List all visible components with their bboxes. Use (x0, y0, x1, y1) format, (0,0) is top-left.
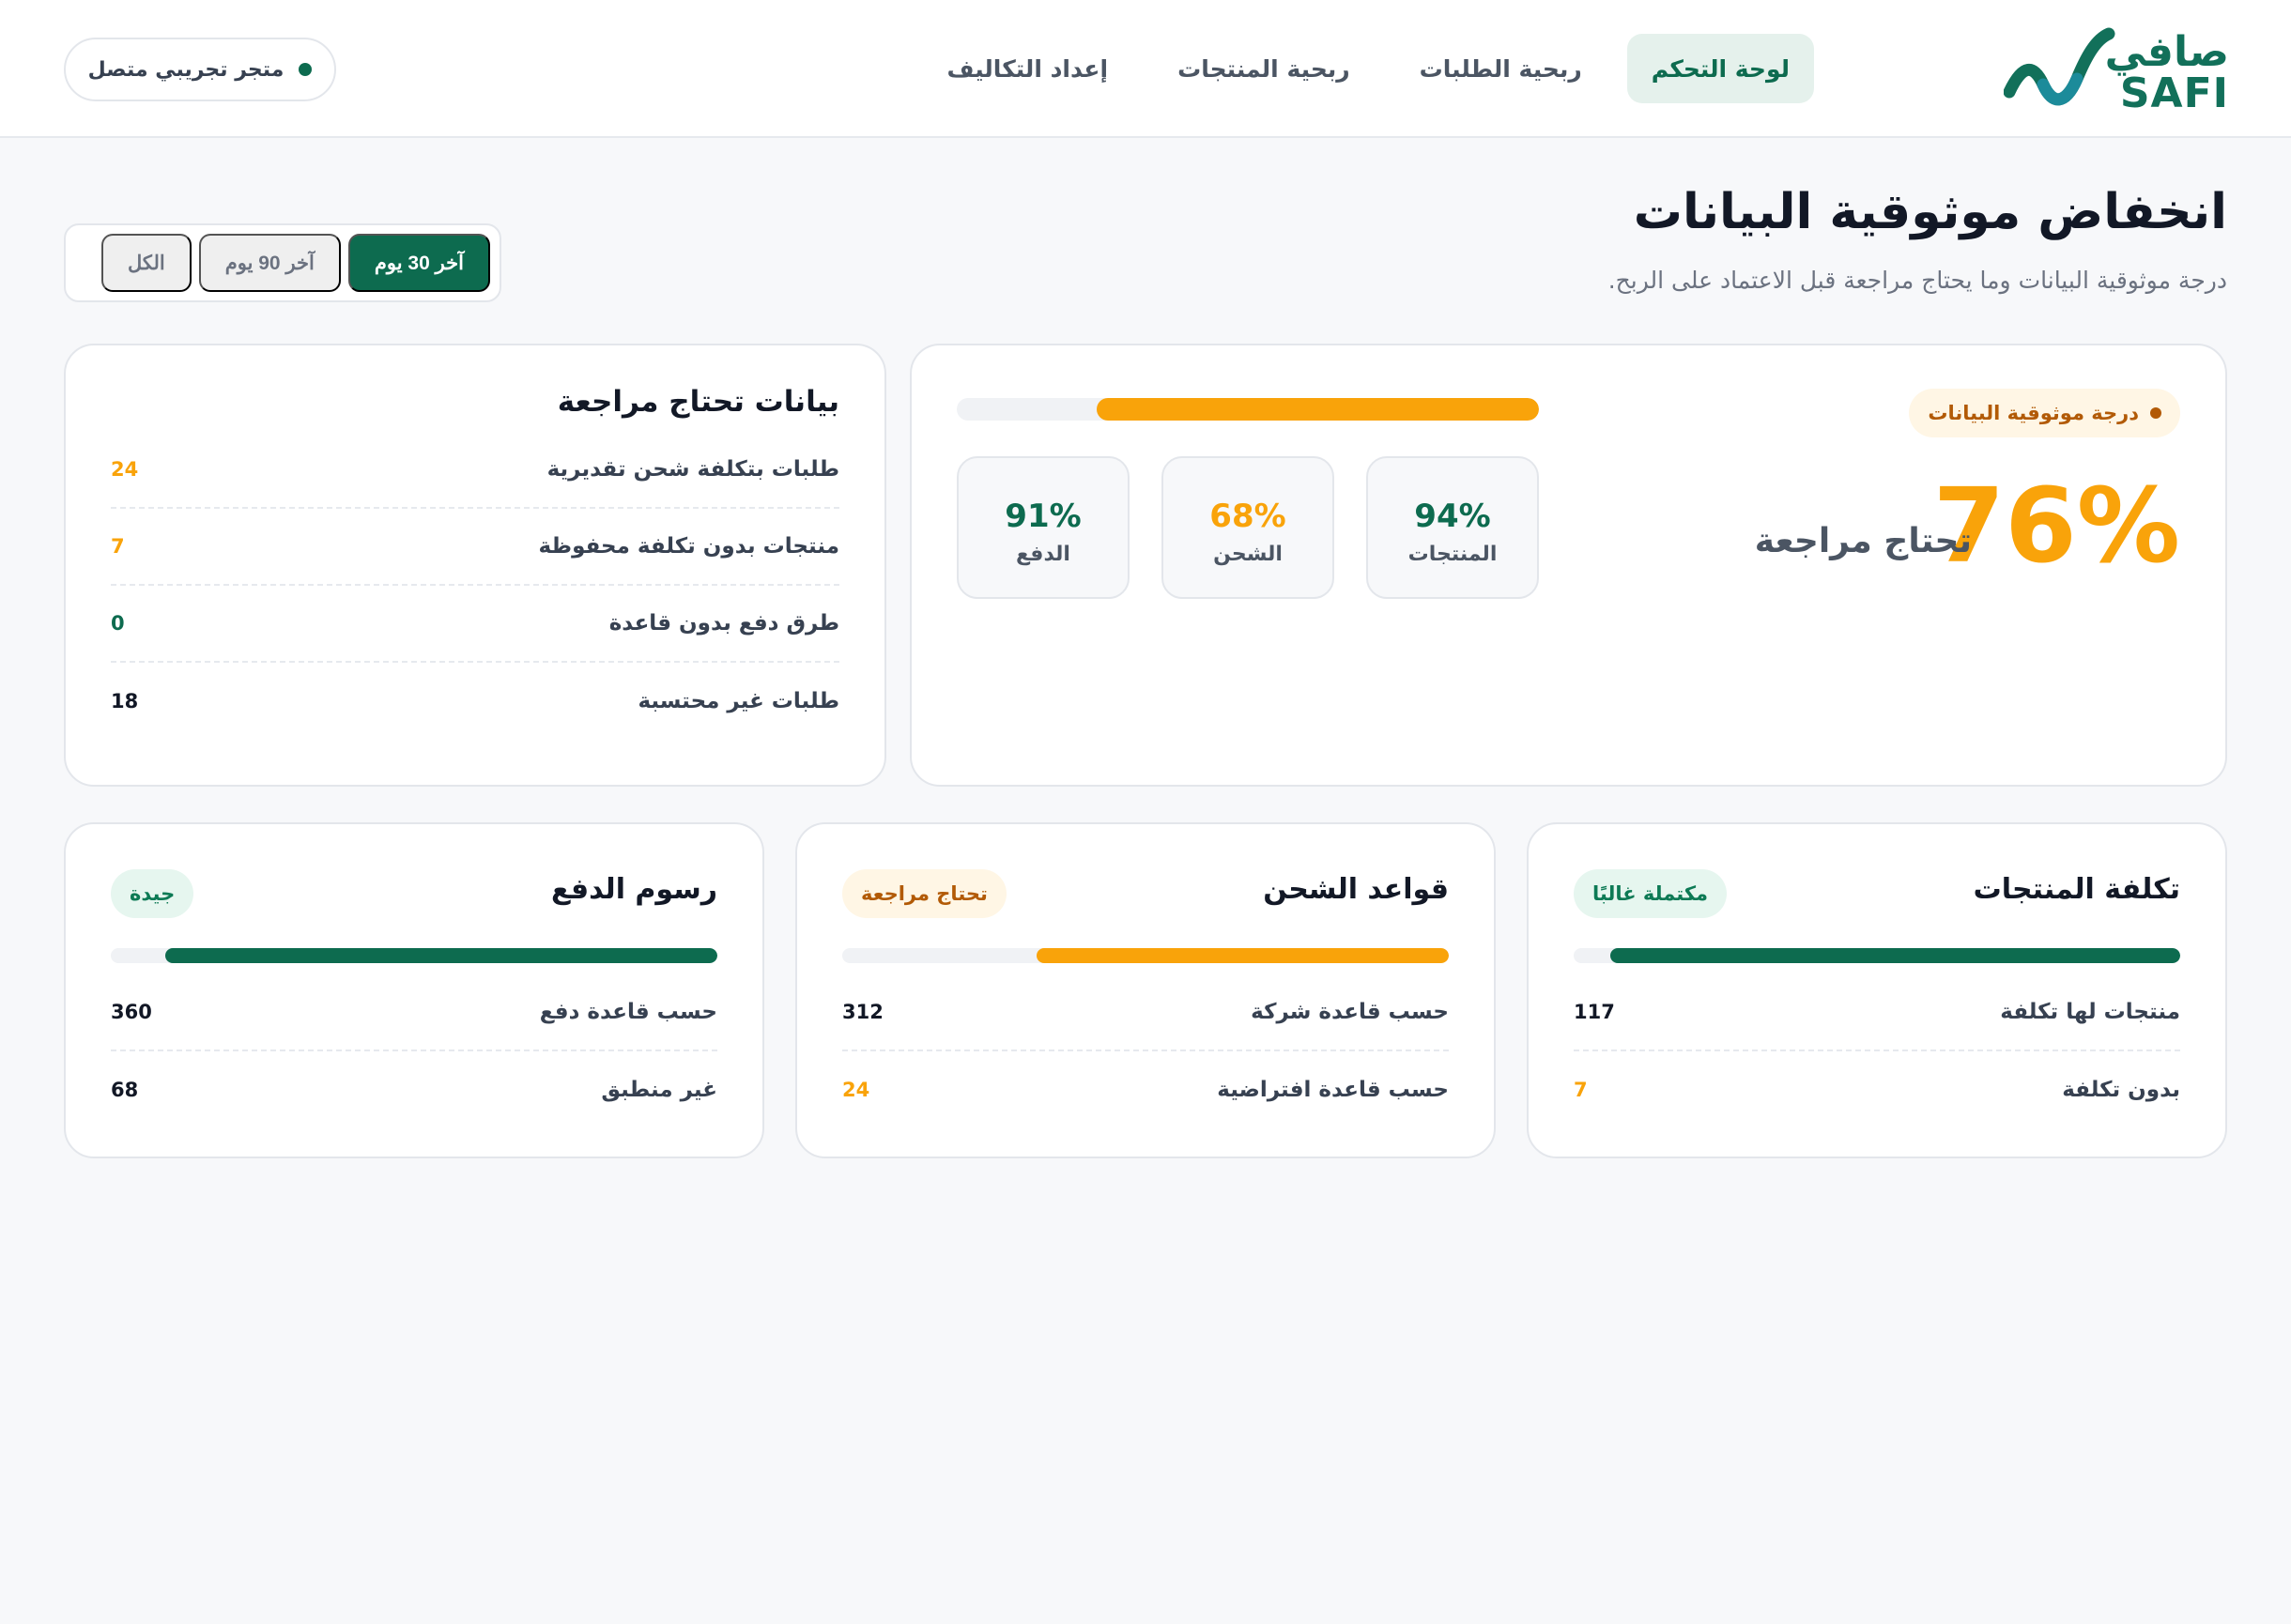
list-item: حسب قاعدة افتراضية 24 (842, 1051, 1449, 1128)
reliability-score-card: درجة موثوقية البيانات 76% تحتاج مراجعة 9… (910, 344, 2227, 787)
range-90-days[interactable]: آخر 90 يوم (198, 234, 341, 292)
progress-fill (1609, 948, 2180, 963)
item-label: منتجات بدون تكلفة محفوظة (538, 534, 839, 559)
detail-list: منتجات لها تكلفة 117 بدون تكلفة 7 (1574, 974, 2180, 1128)
nav-dashboard[interactable]: لوحة التحكم (1626, 34, 1814, 103)
list-item: بدون تكلفة 7 (1574, 1051, 2180, 1128)
item-value: 0 (111, 612, 125, 635)
nav-cost-setup[interactable]: إعداد التكاليف (922, 34, 1132, 103)
stat-payment: 91% الدفع (957, 456, 1130, 599)
item-value: 360 (111, 1001, 152, 1023)
product-cost-card: تكلفة المنتجات مكتملة غالبًا منتجات لها … (1527, 822, 2227, 1158)
status-badge: تحتاج مراجعة (842, 869, 1007, 918)
range-30-days[interactable]: آخر 30 يوم (347, 234, 490, 292)
brand-name-en: SAFI (2119, 69, 2229, 117)
stat-shipping: 68% الشحن (1161, 456, 1334, 599)
card-title: قواعد الشحن (1263, 873, 1449, 906)
item-value: 312 (842, 1001, 884, 1023)
item-value: 117 (1574, 1001, 1615, 1023)
item-label: غير منطبق (601, 1078, 717, 1102)
main-nav: لوحة التحكم ربحية الطلبات ربحية المنتجات… (922, 34, 1814, 103)
list-item[interactable]: منتجات بدون تكلفة محفوظة 7 (111, 509, 839, 586)
card-title: تكلفة المنتجات (1973, 873, 2180, 906)
item-value: 7 (111, 535, 125, 558)
store-status-chip[interactable]: متجر تجريبي متصل (64, 38, 336, 101)
detail-list: حسب قاعدة دفع 360 غير منطبق 68 (111, 974, 717, 1128)
item-label: بدون تكلفة (2062, 1078, 2180, 1102)
item-value: 68 (111, 1079, 139, 1101)
stat-label: الدفع (1016, 543, 1070, 566)
item-value: 18 (111, 690, 139, 712)
list-item: حسب قاعدة شركة 312 (842, 974, 1449, 1051)
score-progress-bar (957, 398, 1539, 421)
score-badge: درجة موثوقية البيانات (1909, 389, 2180, 437)
review-list: طلبات بتكلفة شحن تقديرية 24 منتجات بدون … (111, 432, 839, 740)
progress-fill (1036, 948, 1449, 963)
score-badge-label: درجة موثوقية البيانات (1928, 402, 2139, 424)
status-badge: مكتملة غالبًا (1574, 869, 1728, 918)
card-title: بيانات تحتاج مراجعة (557, 385, 839, 419)
brand-logo[interactable]: صافي SAFI (2004, 23, 2229, 117)
stat-label: المنتجات (1407, 543, 1498, 566)
page-subtitle: درجة موثوقية البيانات وما يحتاج مراجعة ق… (1607, 267, 2227, 294)
progress-bar (111, 948, 717, 963)
connected-dot-icon (299, 63, 313, 76)
wave-logo-icon (2004, 27, 2115, 106)
range-all[interactable]: الكل (100, 234, 192, 292)
item-value: 7 (1574, 1079, 1588, 1101)
list-item[interactable]: طلبات غير محتسبة 18 (111, 663, 839, 740)
top-bar: صافي SAFI لوحة التحكم ربحية الطلبات ربحي… (0, 0, 2291, 138)
item-label: طلبات بتكلفة شحن تقديرية (546, 457, 839, 482)
card-title: رسوم الدفع (550, 873, 717, 906)
stat-label: الشحن (1213, 543, 1283, 566)
item-value: 24 (111, 458, 139, 481)
progress-bar (842, 948, 1449, 963)
needs-review-card: بيانات تحتاج مراجعة طلبات بتكلفة شحن تقد… (64, 344, 886, 787)
list-item: منتجات لها تكلفة 117 (1574, 974, 2180, 1051)
stat-products: 94% المنتجات (1366, 456, 1539, 599)
list-item: حسب قاعدة دفع 360 (111, 974, 717, 1051)
score-status: تحتاج مراجعة (1754, 522, 1972, 560)
date-range-toggle: آخر 30 يوم آخر 90 يوم الكل (64, 223, 501, 302)
status-dot-icon (2150, 407, 2161, 419)
store-status-label: متجر تجريبي متصل (87, 57, 284, 82)
list-item[interactable]: طرق دفع بدون قاعدة 0 (111, 586, 839, 663)
list-item: غير منطبق 68 (111, 1051, 717, 1128)
item-label: حسب قاعدة افتراضية (1217, 1078, 1449, 1102)
stat-value: 94% (1414, 498, 1491, 535)
nav-order-profitability[interactable]: ربحية الطلبات (1395, 34, 1607, 103)
shipping-rules-card: قواعد الشحن تحتاج مراجعة حسب قاعدة شركة … (795, 822, 1496, 1158)
score-progress-fill (1096, 398, 1539, 421)
item-label: طرق دفع بدون قاعدة (608, 611, 839, 636)
progress-fill (165, 948, 717, 963)
detail-list: حسب قاعدة شركة 312 حسب قاعدة افتراضية 24 (842, 974, 1449, 1128)
nav-product-profitability[interactable]: ربحية المنتجات (1153, 34, 1375, 103)
item-label: حسب قاعدة دفع (539, 1000, 717, 1024)
score-breakdown: 94% المنتجات 68% الشحن 91% الدفع (957, 456, 1539, 599)
item-value: 24 (842, 1079, 870, 1101)
status-badge: جيدة (111, 869, 194, 918)
list-item[interactable]: طلبات بتكلفة شحن تقديرية 24 (111, 432, 839, 509)
page-title: انخفاض موثوقية البيانات (1633, 184, 2227, 240)
stat-value: 68% (1209, 498, 1286, 535)
item-label: طلبات غير محتسبة (638, 689, 839, 713)
progress-bar (1574, 948, 2180, 963)
payment-fees-card: رسوم الدفع جيدة حسب قاعدة دفع 360 غير من… (64, 822, 764, 1158)
item-label: حسب قاعدة شركة (1251, 1000, 1449, 1024)
item-label: منتجات لها تكلفة (2000, 1000, 2180, 1024)
stat-value: 91% (1005, 498, 1082, 535)
